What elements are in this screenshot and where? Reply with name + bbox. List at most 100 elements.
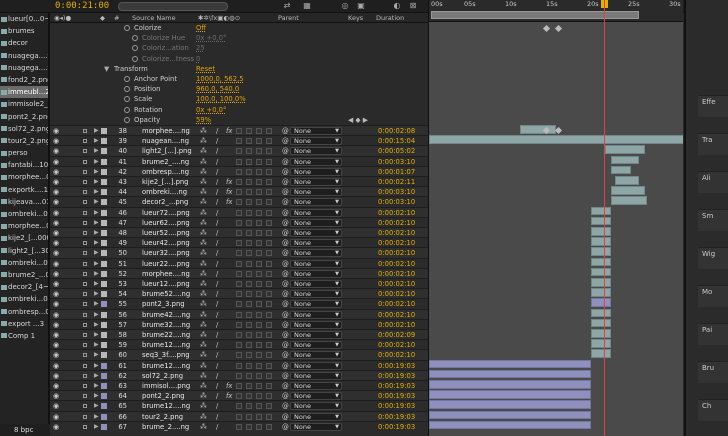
layer-switch-box[interactable] [256,311,262,318]
label-color-swatch[interactable] [101,332,107,338]
lock-icon[interactable] [83,261,87,266]
parent-select[interactable]: None ▼ [290,127,342,135]
property-value[interactable]: 100,0, 100,0% [196,94,246,104]
label-color-swatch[interactable] [101,158,107,165]
layer-switch-box[interactable] [236,372,242,379]
layer-row[interactable]: ◉ ▶ 57 brume32....ng ⁂ / @ None ▼ 0:00:02:10 [50,318,428,329]
current-time-indicator-line[interactable] [604,0,605,436]
layer-duration-bar[interactable] [429,420,591,430]
layer-switch-box[interactable] [266,148,272,155]
property-row[interactable]: Opacity 59% ◀ ◆ ▶ [50,114,428,125]
parent-select[interactable]: None ▼ [290,137,342,146]
layer-switch-box[interactable] [246,301,252,308]
visibility-eye-icon[interactable]: ◉ [53,291,61,298]
layer-row[interactable]: ◉ ▶ 56 brume42....ng ⁂ / @ None ▼ 0:00:02:10 [50,308,428,319]
layer-duration-bar[interactable] [611,165,631,175]
layer-row[interactable]: ◉ ▶ 67 brume_2....ng ⁂ / @ None ▼ 0:00:19:03 [50,420,428,432]
layer-switch-box[interactable] [266,250,272,257]
layer-switch-box[interactable] [256,362,262,369]
expand-triangle-icon[interactable]: ▶ [94,422,99,432]
layer-duration-bar[interactable] [611,155,639,165]
layer-switch-box[interactable] [266,240,272,247]
project-item[interactable]: morphee...000 [0,220,48,232]
layer-switch-box[interactable] [236,168,242,175]
layer-switch-box[interactable] [246,128,252,134]
lock-icon[interactable] [83,394,87,399]
layer-switch-box[interactable] [266,281,272,287]
property-row[interactable]: Colorize...tness 0 [50,53,428,64]
layer-switch-box[interactable] [236,189,242,196]
layer-switch-box[interactable] [266,270,272,277]
lock-icon[interactable] [83,159,87,164]
project-item[interactable]: brume2_...000 [0,269,48,281]
label-color-swatch[interactable] [101,393,107,400]
col-parent[interactable]: Parent [278,13,299,23]
layer-row[interactable]: ◉ ▶ 38 morphee....ng ⁂ / fx @ None ▼ 0:00:02:08 [50,125,428,136]
parent-select[interactable]: None ▼ [290,259,342,268]
layer-switch-box[interactable] [236,393,242,400]
property-value[interactable]: Off [196,23,206,33]
property-value[interactable]: 25 [196,43,205,53]
layer-switch-box[interactable] [256,219,262,226]
layer-row[interactable]: ◉ ▶ 41 brume2_....ng ⁂ / @ None ▼ 0:00:03:10 [50,155,428,166]
label-color-swatch[interactable] [101,311,107,318]
layer-row[interactable]: ◉ ▶ 65 brume12....ng ⁂ / @ None ▼ 0:00:19:03 [50,400,428,411]
right-panel-tab[interactable]: Wig [698,247,728,269]
label-color-swatch[interactable] [101,179,107,185]
layer-row[interactable]: ◉ ▶ 47 lueur62....png ⁂ / @ None ▼ 0:00:02:10 [50,216,428,227]
visibility-eye-icon[interactable]: ◉ [53,240,61,247]
stopwatch-icon[interactable] [124,106,130,113]
right-panel-tab[interactable]: Ali [698,171,728,193]
expand-triangle-icon[interactable]: ▼ [104,64,109,74]
property-value[interactable]: 0 [196,54,200,64]
layer-row[interactable]: ◉ ▶ 46 lueur72....png ⁂ / @ None ▼ 0:00:02:10 [50,206,428,217]
layer-duration-bar[interactable] [591,206,611,216]
col-duration[interactable]: Duration [376,13,404,23]
layer-duration-bar[interactable] [591,247,611,256]
layer-row[interactable]: ◉ ▶ 45 decor2_...png ⁂ / fx @ None ▼ 0:00:03:10 [50,196,428,207]
layer-switch-box[interactable] [266,413,272,420]
parent-select[interactable]: None ▼ [290,371,342,380]
layer-row[interactable]: ◉ ▶ 40 light2_[...].png ⁂ / @ None ▼ 0:00:05:02 [50,145,428,156]
layer-row[interactable]: ◉ ▶ 42 ombresp....ng ⁂ / @ None ▼ 0:00:01:07 [50,165,428,176]
project-item[interactable]: exportk....1~ [0,184,48,196]
property-row[interactable]: ▼ Transform Reset [50,63,428,74]
layer-switch-box[interactable] [246,199,252,206]
project-item[interactable]: kije2_[...000 [0,232,48,244]
visibility-eye-icon[interactable]: ◉ [53,209,61,216]
layer-switch-box[interactable] [266,291,272,298]
property-row[interactable]: Colorize Off [50,23,428,34]
layer-row[interactable]: ◉ ▶ 54 brume52....ng ⁂ / @ None ▼ 0:00:02:10 [50,288,428,299]
visibility-eye-icon[interactable]: ◉ [53,372,61,379]
layer-switch-box[interactable] [246,240,252,247]
project-item[interactable]: immeubl...2.png [0,86,48,99]
layer-duration-bar[interactable] [591,349,611,358]
parent-pickwhip-icon[interactable]: @ [282,422,289,432]
layer-row[interactable]: ◉ ▶ 49 lueur42....png ⁂ / @ None ▼ 0:00:02:10 [50,237,428,248]
layer-switch-box[interactable] [236,301,242,308]
layer-switch-box[interactable] [256,260,262,267]
layer-switch-box[interactable] [256,301,262,308]
layer-switch-box[interactable] [236,260,242,267]
visibility-eye-icon[interactable]: ◉ [53,383,61,390]
visibility-eye-icon[interactable]: ◉ [53,270,61,277]
layer-switch-box[interactable] [246,270,252,277]
layer-duration-bar[interactable] [591,308,611,318]
layer-duration-bar[interactable] [429,400,591,409]
lock-icon[interactable] [83,343,87,348]
lock-icon[interactable] [83,231,87,235]
label-color-swatch[interactable] [101,240,107,247]
layer-duration-bar[interactable] [591,227,611,236]
label-color-swatch[interactable] [101,301,107,308]
layer-switch-box[interactable] [266,168,272,175]
layer-switch-box[interactable] [256,281,262,287]
layer-duration-bar[interactable] [591,257,611,267]
lock-icon[interactable] [83,129,87,133]
parent-select[interactable]: None ▼ [290,198,342,207]
visibility-eye-icon[interactable]: ◉ [53,128,61,135]
property-row[interactable]: Scale 100,0, 100,0% [50,94,428,105]
layer-switch-box[interactable] [266,372,272,379]
parent-select[interactable]: None ▼ [290,341,342,350]
visibility-eye-icon[interactable]: ◉ [53,352,61,359]
property-row[interactable]: Anchor Point 1000,0, 562,5 [50,74,428,85]
